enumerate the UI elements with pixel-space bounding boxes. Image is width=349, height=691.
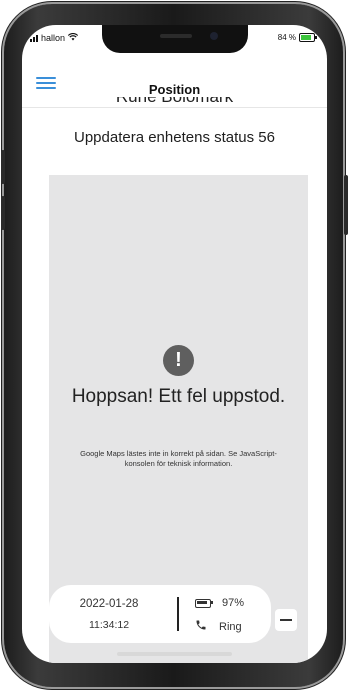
page-title: Position xyxy=(148,82,201,97)
phone-icon xyxy=(195,619,207,634)
device-battery: 97% xyxy=(195,597,244,609)
carrier-name: hallon xyxy=(41,33,66,43)
device-info-card: 2022-01-28 11:34:12 97% Ring xyxy=(49,585,271,643)
notch xyxy=(102,25,248,53)
home-indicator xyxy=(117,652,232,656)
last-update-time: 11:34:12 xyxy=(88,619,130,631)
error-exclamation-icon: ! xyxy=(163,345,194,376)
device-status-line: Uppdatera enhetens status 56 xyxy=(74,129,275,146)
call-label: Ring xyxy=(219,620,242,633)
power-button xyxy=(344,175,348,235)
minus-icon xyxy=(280,619,292,621)
volume-button xyxy=(1,150,5,184)
status-bar-right: 84 % xyxy=(277,33,317,42)
battery-icon xyxy=(195,598,213,608)
volume-button xyxy=(1,196,5,230)
status-bar-left: hallon xyxy=(30,33,79,43)
device-name: Rune Bolomark xyxy=(22,97,327,107)
screen: hallon 84 % Position Rune Bolomark Uppda… xyxy=(22,25,327,663)
battery-percent: 84 % xyxy=(277,33,296,42)
signal-icon xyxy=(30,34,38,42)
camera xyxy=(210,32,218,40)
call-button[interactable]: Ring xyxy=(195,619,242,634)
speaker xyxy=(160,34,192,38)
error-message: Google Maps lästes inte in korrekt på si… xyxy=(80,449,277,468)
divider xyxy=(177,597,179,631)
error-title: Hoppsan! Ett fel uppstod. xyxy=(71,386,286,407)
device-battery-value: 97% xyxy=(222,597,245,609)
collapse-button[interactable] xyxy=(275,609,297,631)
battery-icon xyxy=(299,33,317,42)
wifi-icon xyxy=(67,33,79,43)
last-update-date: 2022-01-28 xyxy=(79,598,139,610)
